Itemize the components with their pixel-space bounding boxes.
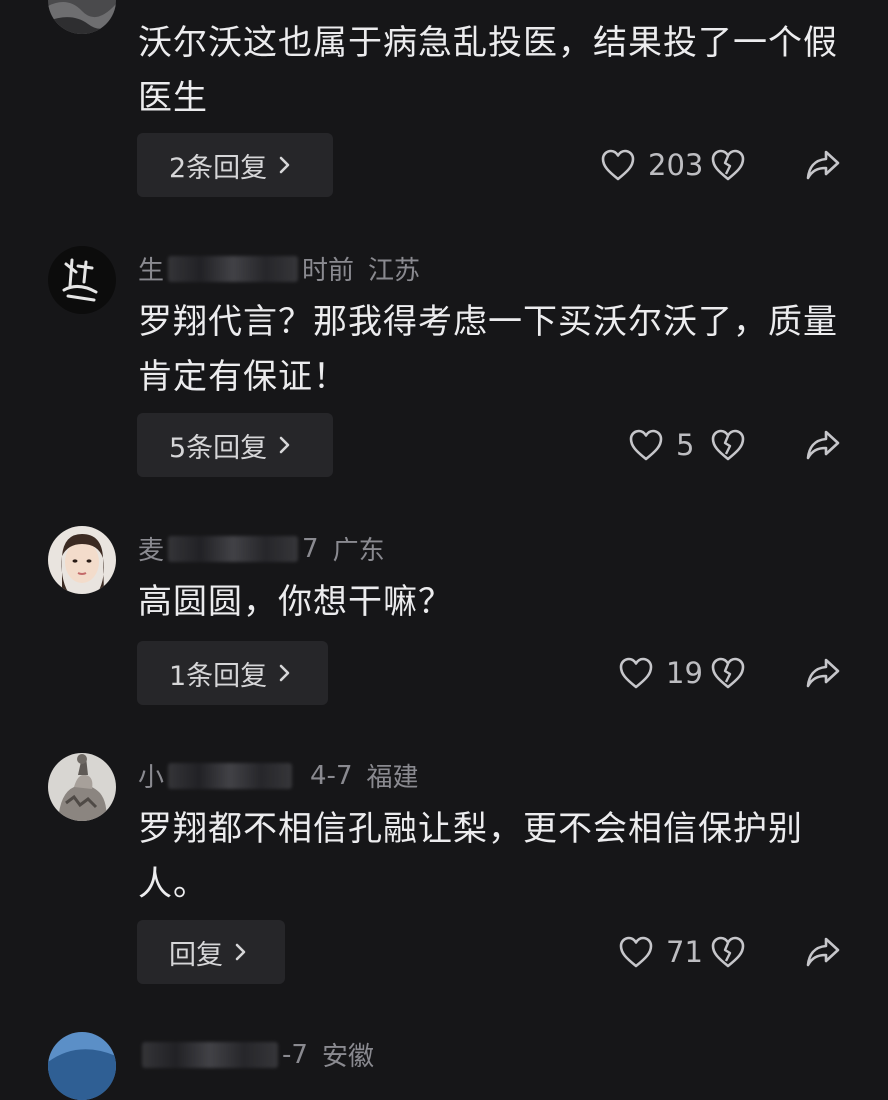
- broken-heart-icon[interactable]: [710, 655, 746, 691]
- avatar[interactable]: [48, 1032, 116, 1100]
- comment-time: 4-7: [310, 760, 353, 791]
- view-replies-button[interactable]: 2条回复: [137, 133, 333, 197]
- reply-label: 回复: [169, 939, 223, 971]
- heart-outline-icon: [619, 657, 653, 689]
- comment-meta: -7 安徽: [138, 1036, 374, 1073]
- broken-heart-icon[interactable]: [710, 427, 746, 463]
- reply-count-label: 2条回复: [169, 152, 268, 184]
- share-arrow-icon[interactable]: [804, 934, 842, 970]
- heart-outline-icon: [601, 149, 635, 181]
- share-arrow-icon[interactable]: [804, 147, 842, 183]
- like-count: 71: [666, 935, 703, 969]
- avatar-image: [48, 526, 116, 594]
- comment-text: 罗翔都不相信孔融让梨，更不会相信保护别人。: [138, 809, 803, 904]
- comment-time: 时前: [302, 256, 355, 286]
- broken-heart-icon[interactable]: [710, 934, 746, 970]
- avatar[interactable]: [48, 246, 116, 314]
- comment-location: 福建: [366, 763, 419, 793]
- username[interactable]: 生: [138, 250, 164, 287]
- avatar[interactable]: [48, 0, 116, 34]
- avatar[interactable]: [48, 526, 116, 594]
- broken-heart-icon[interactable]: [710, 147, 746, 183]
- avatar-image: [48, 753, 116, 821]
- like-button[interactable]: 5: [628, 428, 694, 462]
- comment-location: 广东: [332, 536, 385, 566]
- chevron-right-icon: [279, 156, 290, 174]
- comment-time: 7: [302, 533, 319, 564]
- like-button[interactable]: 203: [600, 148, 703, 182]
- view-replies-button[interactable]: 5条回复: [137, 413, 333, 477]
- share-arrow-icon[interactable]: [804, 655, 842, 691]
- chevron-right-icon: [279, 664, 290, 682]
- like-count: 5: [676, 428, 695, 462]
- view-replies-button[interactable]: 1条回复: [137, 641, 328, 705]
- comment-meta: 生 时前 江苏: [138, 250, 420, 287]
- like-count: 19: [666, 656, 703, 690]
- redacted-mosaic: [168, 535, 299, 562]
- like-count: 203: [648, 148, 704, 182]
- chevron-right-icon: [235, 943, 246, 961]
- redacted-mosaic: [168, 762, 293, 789]
- comment-text: 沃尔沃这也属于病急乱投医，结果投了一个假医生: [138, 23, 838, 118]
- comment-text: 罗翔代言？那我得考虑一下买沃尔沃了，质量肯定有保证！: [138, 302, 838, 397]
- like-button[interactable]: 19: [618, 656, 703, 690]
- comment-actions: 203: [600, 133, 842, 197]
- username[interactable]: 小: [138, 757, 164, 794]
- reply-count-label: 5条回复: [169, 432, 268, 464]
- comment-location: 安徽: [321, 1042, 374, 1072]
- avatar[interactable]: [48, 753, 116, 821]
- comment-location: 江苏: [368, 256, 421, 286]
- view-replies-button[interactable]: 回复: [137, 920, 285, 984]
- redacted-mosaic: [142, 1041, 278, 1068]
- comment-actions: 71: [600, 920, 842, 984]
- comment-text: 高圆圆，你想干嘛？: [138, 582, 453, 622]
- reply-count-label: 1条回复: [169, 660, 268, 692]
- comment-actions: 19: [600, 641, 842, 705]
- redacted-mosaic: [168, 255, 299, 282]
- avatar-image: [48, 0, 116, 34]
- comment-actions: 5: [600, 413, 842, 477]
- heart-outline-icon: [629, 429, 663, 461]
- comment-meta: 小 4-7 福建: [138, 757, 419, 794]
- avatar-image: [48, 246, 116, 314]
- share-arrow-icon[interactable]: [804, 427, 842, 463]
- username[interactable]: 麦: [138, 530, 164, 567]
- comment-time: -7: [282, 1039, 308, 1070]
- heart-outline-icon: [619, 936, 653, 968]
- comment-meta: 麦 7 广东: [138, 530, 385, 567]
- avatar-image: [48, 1032, 116, 1100]
- like-button[interactable]: 71: [618, 935, 703, 969]
- chevron-right-icon: [279, 436, 290, 454]
